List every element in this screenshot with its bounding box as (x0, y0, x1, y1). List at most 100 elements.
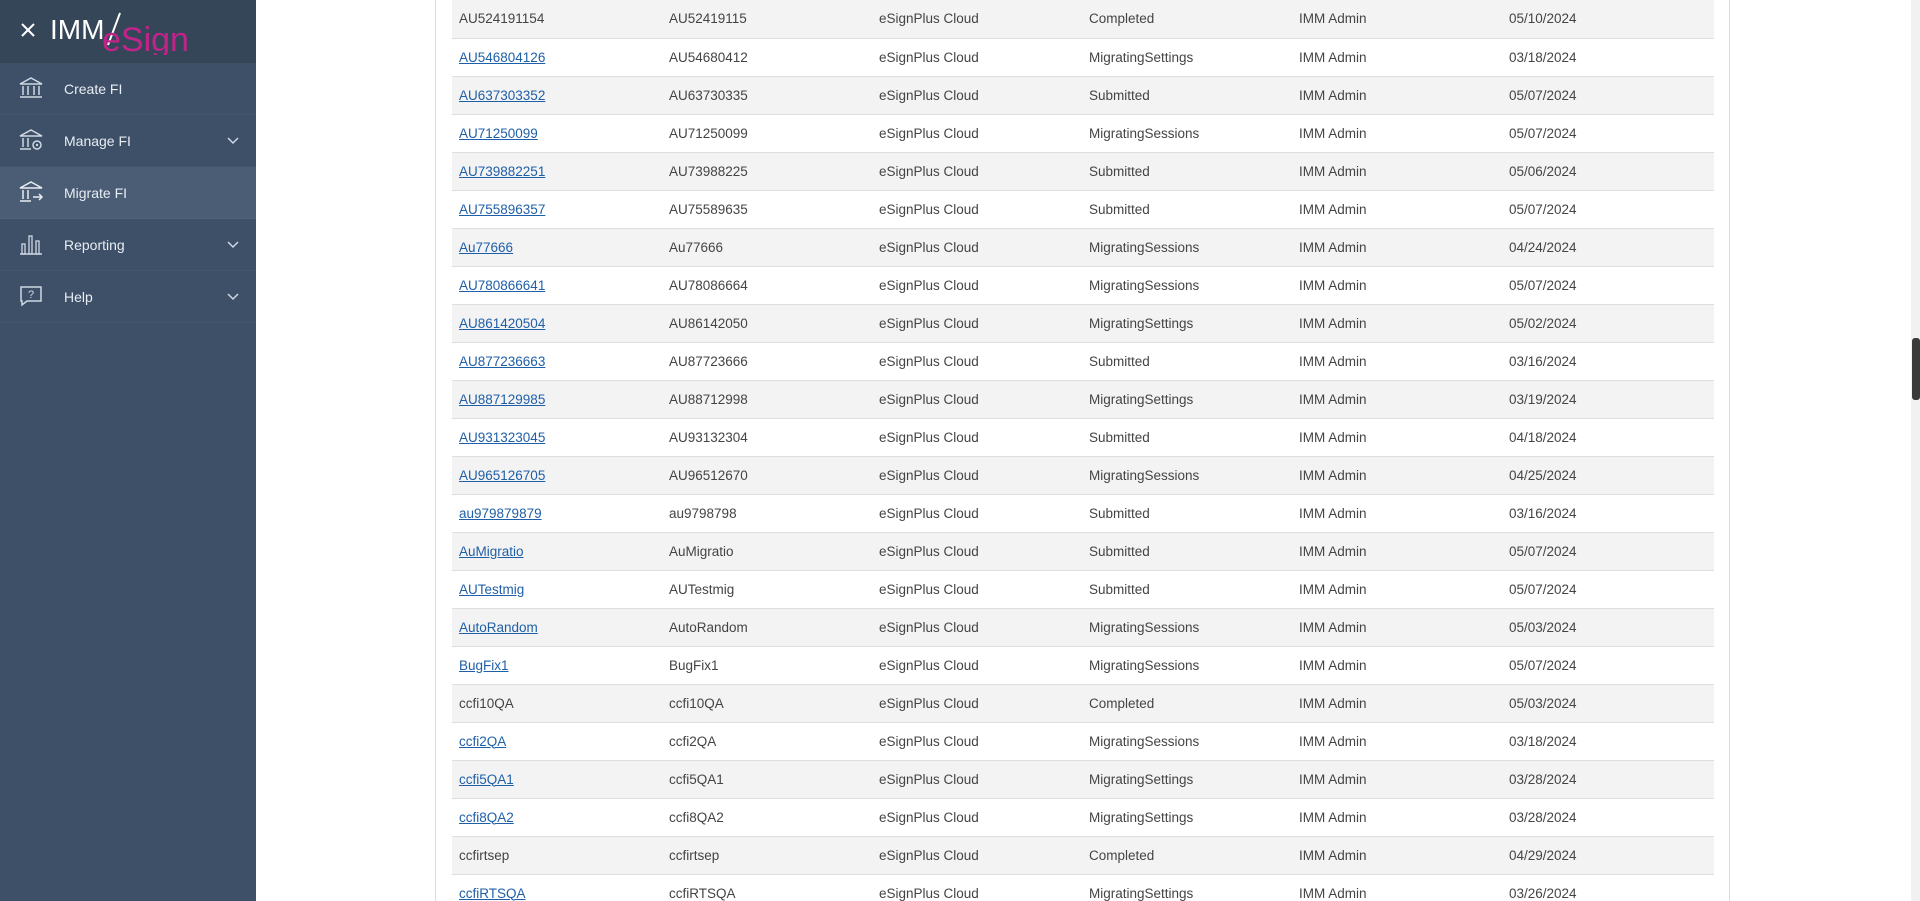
fi-name-cell: AuMigratio (452, 532, 662, 571)
platform-cell: eSignPlus Cloud (872, 380, 1082, 419)
fi-name-cell: AU546804126 (452, 38, 662, 77)
platform-cell: eSignPlus Cloud (872, 570, 1082, 609)
fi-link[interactable]: Au77666 (459, 240, 513, 255)
table-row: AU524191154 AU52419115 eSignPlus Cloud Comp… (452, 0, 1714, 39)
fi-link[interactable]: BugFix1 (459, 658, 509, 673)
fi-link[interactable]: AuMigratio (459, 544, 524, 559)
fi-link[interactable]: AU755896357 (459, 202, 545, 217)
fi-code-cell: ccfirtsep (662, 836, 872, 875)
table-row: AU755896357 AU75589635 eSignPlus Cloud Subm… (452, 190, 1714, 229)
status-cell: MigratingSettings (1082, 798, 1292, 837)
table-row: AU780866641 AU78086664 eSignPlus Cloud Migr… (452, 266, 1714, 305)
fi-code-cell: AU63730335 (662, 76, 872, 115)
fi-name-cell: ccfiRTSQA (452, 874, 662, 901)
table-row: AU546804126 AU54680412 eSignPlus Cloud Migr… (452, 38, 1714, 77)
sidebar-item-help[interactable]: ? Help (0, 271, 256, 323)
status-cell: MigratingSessions (1082, 266, 1292, 305)
fi-code-cell: AU86142050 (662, 304, 872, 343)
sidebar-item-create-fi[interactable]: Create FI (0, 63, 256, 115)
fi-link[interactable]: AU780866641 (459, 278, 545, 293)
user-cell: IMM Admin (1292, 532, 1502, 571)
platform-cell: eSignPlus Cloud (872, 722, 1082, 761)
fi-link[interactable]: ccfi2QA (459, 734, 506, 749)
fi-name-cell: AutoRandom (452, 608, 662, 647)
fi-link[interactable]: AU887129985 (459, 392, 545, 407)
chevron-down-icon[interactable] (226, 289, 240, 303)
fi-name-cell: AU739882251 (452, 152, 662, 191)
status-cell: MigratingSettings (1082, 38, 1292, 77)
table-row: AU887129985 AU88712998 eSignPlus Cloud Migr… (452, 380, 1714, 419)
table-row: AUTestmig AUTestmig eSignPlus Cloud Submitt… (452, 570, 1714, 609)
status-cell: MigratingSessions (1082, 114, 1292, 153)
sidebar-item-migrate-fi[interactable]: Migrate FI (0, 167, 256, 219)
fi-code-cell: BugFix1 (662, 646, 872, 685)
platform-cell: eSignPlus Cloud (872, 684, 1082, 723)
user-cell: IMM Admin (1292, 114, 1502, 153)
fi-name-cell: AU637303352 (452, 76, 662, 115)
chevron-down-icon[interactable] (226, 237, 240, 251)
migration-panel: AU524191154 AU52419115 eSignPlus Cloud Comp… (435, 0, 1730, 901)
fi-code-cell: AU93132304 (662, 418, 872, 457)
sidebar-item-reporting[interactable]: Reporting (0, 219, 256, 271)
close-icon[interactable] (18, 20, 38, 40)
scrollbar-thumb[interactable] (1912, 338, 1920, 400)
chevron-down-icon[interactable] (226, 133, 240, 147)
table-row: AU861420504 AU86142050 eSignPlus Cloud Migr… (452, 304, 1714, 343)
table-row: AU877236663 AU87723666 eSignPlus Cloud Subm… (452, 342, 1714, 381)
fi-link[interactable]: AU71250099 (459, 126, 538, 141)
fi-link[interactable]: AU861420504 (459, 316, 545, 331)
fi-link[interactable]: ccfiRTSQA (459, 886, 526, 901)
table-row: au979879879 au9798798 eSignPlus Cloud Submi… (452, 494, 1714, 533)
status-cell: Submitted (1082, 570, 1292, 609)
fi-link[interactable]: AU931323045 (459, 430, 545, 445)
user-cell: IMM Admin (1292, 190, 1502, 229)
table-row: ccfi5QA1 ccfi5QA1 eSignPlus Cloud Migrating… (452, 760, 1714, 799)
platform-cell: eSignPlus Cloud (872, 532, 1082, 571)
fi-link[interactable]: ccfi5QA1 (459, 772, 514, 787)
fi-link[interactable]: AU637303352 (459, 88, 545, 103)
user-cell: IMM Admin (1292, 570, 1502, 609)
platform-cell: eSignPlus Cloud (872, 304, 1082, 343)
table-row: AU965126705 AU96512670 eSignPlus Cloud Migr… (452, 456, 1714, 495)
table-row: AU931323045 AU93132304 eSignPlus Cloud Subm… (452, 418, 1714, 457)
fi-name-text: ccfirtsep (459, 847, 510, 863)
user-cell: IMM Admin (1292, 0, 1502, 39)
fi-name-cell: ccfirtsep (452, 836, 662, 875)
fi-name-cell: ccfi5QA1 (452, 760, 662, 799)
fi-link[interactable]: AutoRandom (459, 620, 538, 635)
date-cell: 03/19/2024 (1502, 380, 1714, 419)
fi-link[interactable]: ccfi8QA2 (459, 810, 514, 825)
platform-cell: eSignPlus Cloud (872, 38, 1082, 77)
date-cell: 05/07/2024 (1502, 532, 1714, 571)
status-cell: Completed (1082, 684, 1292, 723)
platform-cell: eSignPlus Cloud (872, 114, 1082, 153)
bar-chart-icon (18, 232, 44, 256)
fi-name-cell: AU71250099 (452, 114, 662, 153)
scrollbar-track[interactable] (1911, 0, 1920, 901)
fi-name-cell: AU877236663 (452, 342, 662, 381)
table-row: ccfi10QA ccfi10QA eSignPlus Cloud Completed… (452, 684, 1714, 723)
fi-link[interactable]: AU965126705 (459, 468, 545, 483)
date-cell: 05/07/2024 (1502, 646, 1714, 685)
user-cell: IMM Admin (1292, 494, 1502, 533)
fi-code-cell: AU78086664 (662, 266, 872, 305)
status-cell: MigratingSettings (1082, 304, 1292, 343)
fi-name-cell: BugFix1 (452, 646, 662, 685)
user-cell: IMM Admin (1292, 798, 1502, 837)
bank-icon (18, 76, 44, 100)
fi-link[interactable]: au979879879 (459, 506, 542, 521)
fi-code-cell: AU96512670 (662, 456, 872, 495)
status-cell: Submitted (1082, 152, 1292, 191)
sidebar-item-label: Help (64, 288, 93, 305)
fi-link[interactable]: AUTestmig (459, 582, 524, 597)
platform-cell: eSignPlus Cloud (872, 836, 1082, 875)
user-cell: IMM Admin (1292, 228, 1502, 267)
platform-cell: eSignPlus Cloud (872, 152, 1082, 191)
fi-link[interactable]: AU877236663 (459, 354, 545, 369)
fi-link[interactable]: AU546804126 (459, 50, 545, 65)
table-row: AutoRandom AutoRandom eSignPlus Cloud Migra… (452, 608, 1714, 647)
fi-link[interactable]: AU739882251 (459, 164, 545, 179)
fi-code-cell: ccfi8QA2 (662, 798, 872, 837)
sidebar-item-manage-fi[interactable]: Manage FI (0, 115, 256, 167)
date-cell: 04/18/2024 (1502, 418, 1714, 457)
